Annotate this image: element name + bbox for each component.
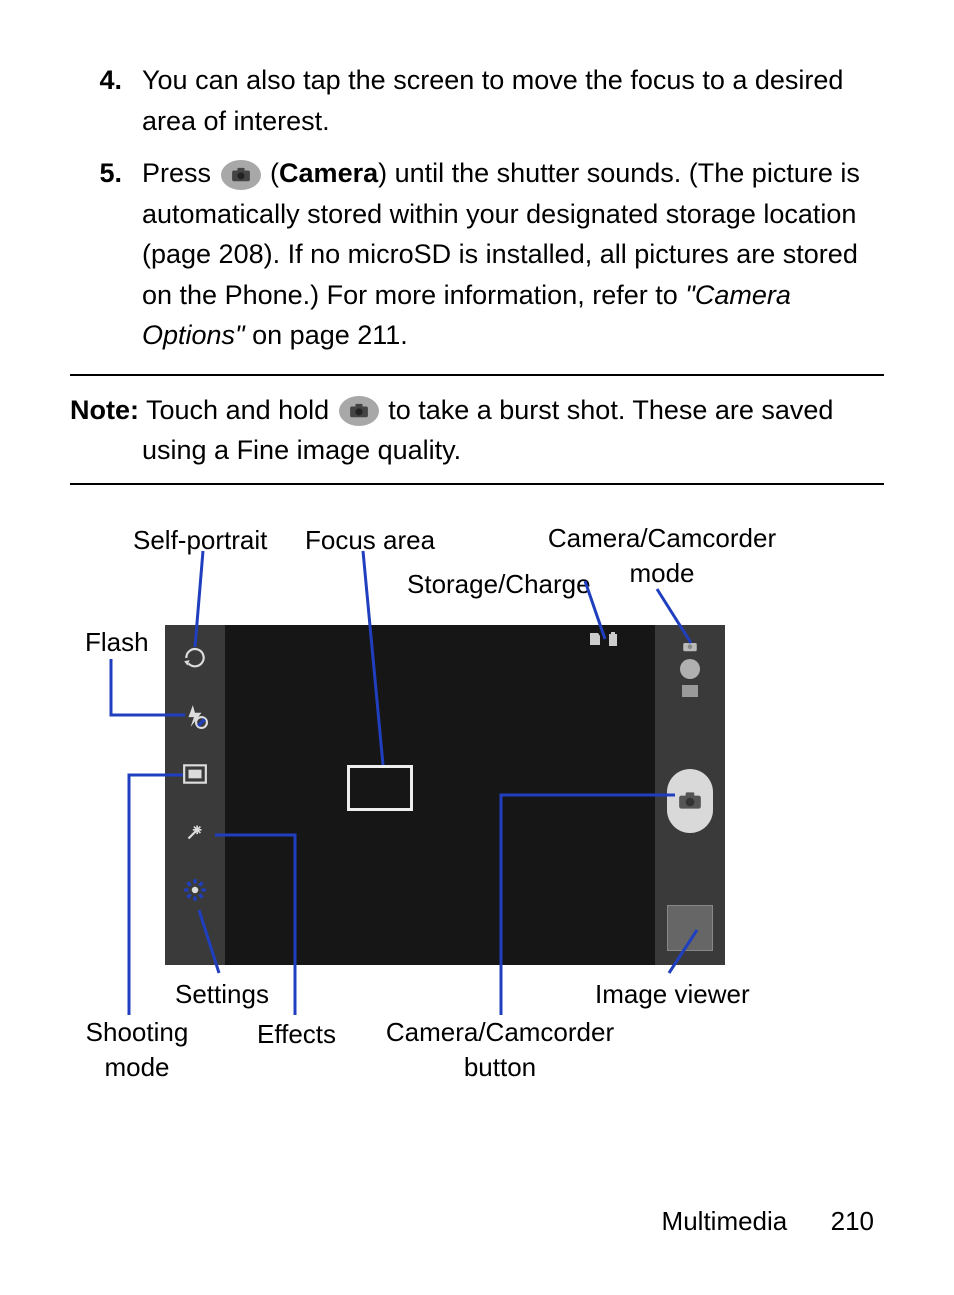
mode-toggle[interactable] bbox=[680, 639, 700, 697]
camera-small-icon bbox=[681, 639, 699, 653]
label-image-viewer: Image viewer bbox=[595, 975, 750, 1014]
page-footer: Multimedia 210 bbox=[662, 1202, 874, 1241]
step-5-text: Press (Camera) until the shutter sounds.… bbox=[142, 153, 884, 356]
footer-page: 210 bbox=[831, 1206, 874, 1236]
step5-part-b: ( bbox=[270, 158, 279, 188]
storage-icon bbox=[587, 631, 603, 647]
step5-part-d: on page 211. bbox=[245, 320, 408, 350]
label-cam-button: Camera/Camcorder button bbox=[385, 1015, 615, 1085]
viewfinder[interactable] bbox=[225, 625, 655, 965]
note-t1: Touch and hold bbox=[139, 395, 337, 425]
step-5: 5. Press (Camera) until the shutter soun… bbox=[70, 153, 884, 356]
note-text: Note: Touch and hold to take a burst sho… bbox=[70, 390, 884, 471]
battery-icon bbox=[607, 631, 619, 647]
camera-icon bbox=[221, 160, 261, 190]
note-label: Note: bbox=[70, 395, 139, 425]
shutter-button[interactable] bbox=[667, 769, 713, 833]
self-portrait-icon[interactable] bbox=[180, 643, 210, 673]
focus-rectangle bbox=[347, 765, 413, 811]
step5-part-a: Press bbox=[142, 158, 219, 188]
camera-icon bbox=[339, 396, 379, 426]
label-focus-area: Focus area bbox=[305, 521, 435, 560]
image-viewer-thumb[interactable] bbox=[667, 905, 713, 951]
step-4-text: You can also tap the screen to move the … bbox=[142, 60, 884, 141]
camcorder-small-icon bbox=[682, 685, 698, 697]
step-5-number: 5. bbox=[70, 153, 142, 356]
label-storage: Storage/Charge bbox=[407, 565, 591, 604]
shooting-mode-icon[interactable] bbox=[180, 759, 210, 789]
camera-word: Camera bbox=[279, 158, 378, 188]
status-icons bbox=[587, 631, 619, 647]
effects-icon[interactable] bbox=[180, 817, 210, 847]
flash-icon[interactable] bbox=[180, 701, 210, 731]
label-shooting-mode: Shooting mode bbox=[77, 1015, 197, 1085]
left-toolbar bbox=[165, 625, 225, 965]
label-self-portrait: Self-portrait bbox=[133, 521, 267, 560]
right-toolbar bbox=[655, 625, 725, 965]
footer-section: Multimedia bbox=[662, 1206, 788, 1236]
mode-dot bbox=[680, 659, 700, 679]
note-box: Note: Touch and hold to take a burst sho… bbox=[70, 374, 884, 485]
step-4: 4. You can also tap the screen to move t… bbox=[70, 60, 884, 141]
camera-diagram: Self-portrait Focus area Camera/Camcorde… bbox=[87, 515, 867, 1075]
step-4-number: 4. bbox=[70, 60, 142, 141]
settings-icon[interactable] bbox=[180, 875, 210, 905]
label-settings: Settings bbox=[175, 975, 269, 1014]
camera-screenshot bbox=[165, 625, 725, 965]
label-effects: Effects bbox=[257, 1015, 336, 1054]
label-flash: Flash bbox=[85, 623, 149, 662]
